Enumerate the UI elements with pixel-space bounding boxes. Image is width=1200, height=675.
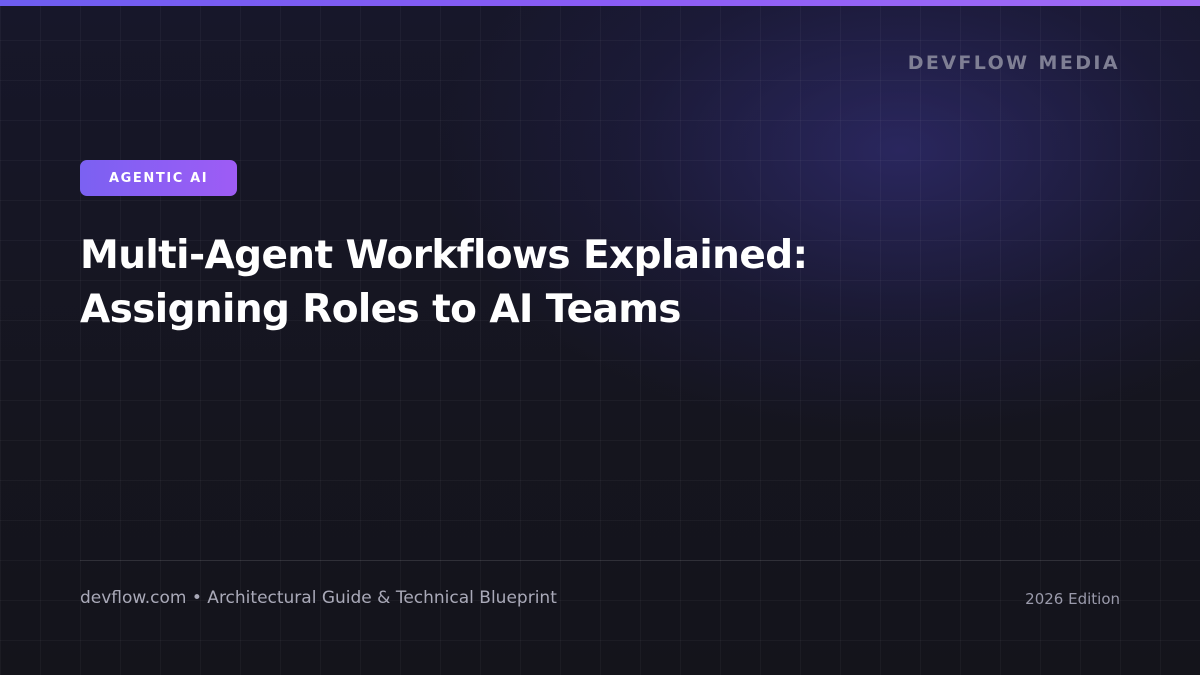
footer-divider bbox=[80, 560, 1120, 561]
category-badge: AGENTIC AI bbox=[80, 160, 238, 196]
top-accent-bar bbox=[0, 0, 1200, 6]
background-grid bbox=[0, 0, 1200, 675]
footer-edition: 2026 Edition bbox=[1025, 590, 1120, 608]
footer-site-info: devflow.com • Architectural Guide & Tech… bbox=[80, 588, 557, 608]
cover-card: DEVFLOW MEDIA AGENTIC AI Multi-Agent Wor… bbox=[0, 0, 1200, 675]
headline-line-1: Multi-Agent Workflows Explained: bbox=[80, 233, 808, 278]
headline: Multi-Agent Workflows Explained: Assigni… bbox=[80, 229, 1080, 337]
brand-name: DEVFLOW MEDIA bbox=[907, 52, 1120, 74]
headline-line-2: Assigning Roles to AI Teams bbox=[80, 287, 681, 332]
category-badge-label: AGENTIC AI bbox=[109, 170, 209, 186]
